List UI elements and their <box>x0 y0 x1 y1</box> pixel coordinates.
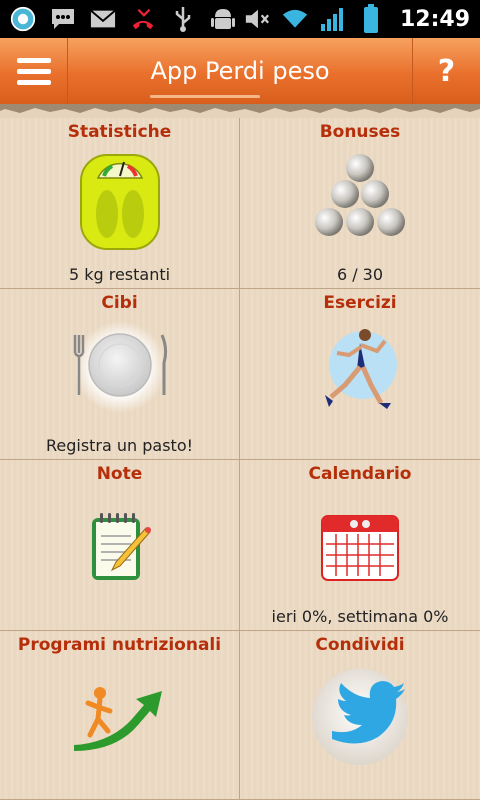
cyanogen-icon <box>10 6 36 32</box>
app-bar: App Perdi peso ? <box>0 38 480 106</box>
tile-subtitle: ieri 0%, settimana 0% <box>271 607 449 626</box>
status-clock: 12:49 <box>399 6 470 32</box>
scale-icon <box>79 154 160 250</box>
tile-subtitle: 5 kg restanti <box>68 265 171 284</box>
pearls-icon <box>315 154 405 236</box>
tile-condividi[interactable]: Condividi <box>240 631 480 800</box>
battery-icon <box>358 4 384 33</box>
mail-icon <box>90 6 116 32</box>
status-bar: 12:49 <box>0 0 480 38</box>
plate-icon <box>73 321 167 413</box>
tile-title: Note <box>96 464 143 484</box>
tile-cibi[interactable]: Cibi Registra un pasto! <box>0 289 240 460</box>
progress-arrow-icon <box>73 687 162 751</box>
calendar-icon <box>321 515 399 581</box>
tile-bonuses[interactable]: Bonuses 6 / 30 <box>240 118 480 289</box>
tile-calendario[interactable]: Calendario ieri 0%, settimana 0% <box>240 460 480 631</box>
hamburger-menu-icon <box>16 55 51 88</box>
tile-programi-nutrizionali[interactable]: Programi nutrizionali <box>0 631 240 800</box>
tile-title: Cibi <box>101 293 138 313</box>
missed-call-icon <box>130 6 156 32</box>
tile-title: Calendario <box>308 464 412 484</box>
torn-paper-edge <box>0 104 480 118</box>
chat-icon <box>50 6 76 32</box>
mute-icon <box>244 6 270 32</box>
help-button[interactable]: ? <box>412 38 480 104</box>
android-debug-icon <box>210 6 236 32</box>
tile-title: Esercizi <box>323 293 397 313</box>
menu-grid: Statistiche 5 kg restanti Bonuses 6 / 30… <box>0 118 480 800</box>
tile-title: Programi nutrizionali <box>17 635 222 655</box>
notepad-icon <box>91 513 151 580</box>
signal-icon <box>320 6 346 32</box>
tile-title: Condividi <box>315 635 405 655</box>
tile-title: Statistiche <box>67 122 172 142</box>
usb-icon <box>170 6 196 32</box>
runner-icon <box>325 329 397 409</box>
tile-esercizi[interactable]: Esercizi <box>240 289 480 460</box>
tile-statistiche[interactable]: Statistiche 5 kg restanti <box>0 118 240 289</box>
twitter-icon <box>312 669 408 765</box>
tile-note[interactable]: Note <box>0 460 240 631</box>
title-underline <box>150 95 260 98</box>
tile-subtitle: Registra un pasto! <box>45 436 194 455</box>
menu-button[interactable] <box>0 38 68 104</box>
tile-title: Bonuses <box>319 122 401 142</box>
wifi-icon <box>282 6 308 32</box>
tile-subtitle: 6 / 30 <box>336 265 384 284</box>
